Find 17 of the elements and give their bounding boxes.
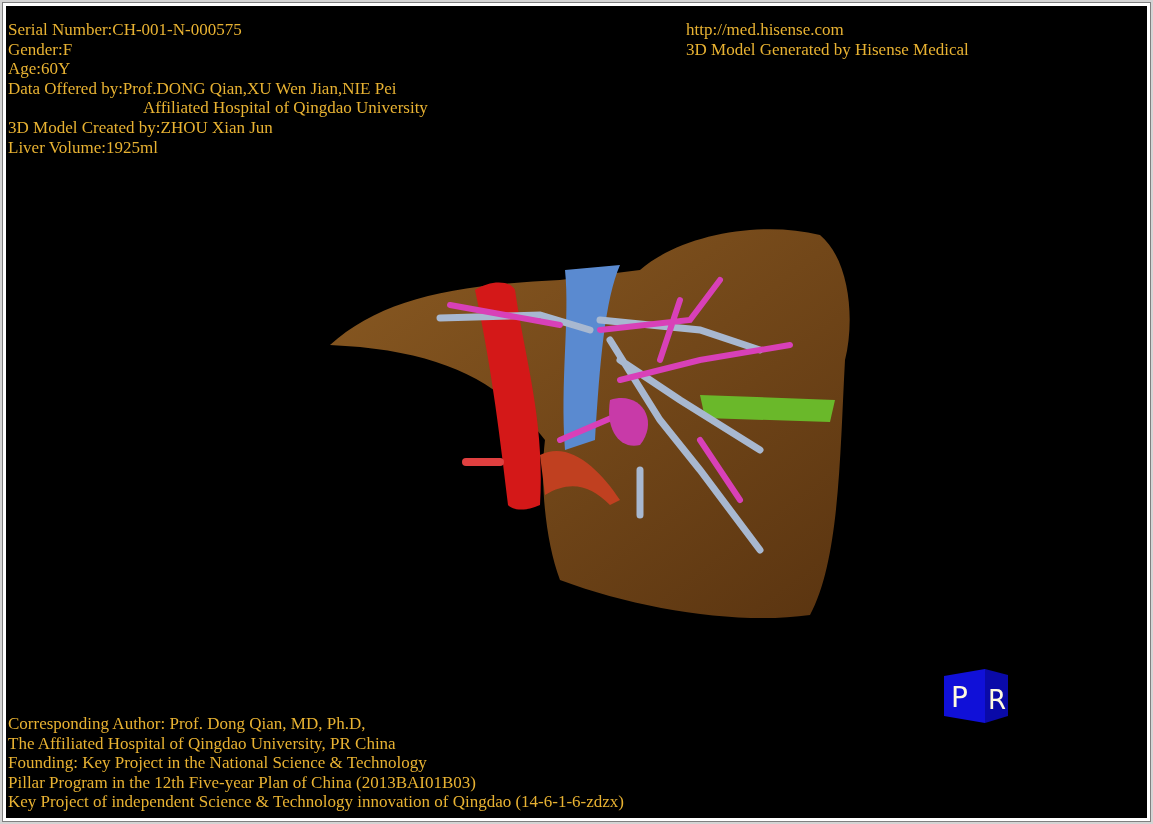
- credit-text: Founding: Key Project in the National Science & Technology: [8, 753, 428, 773]
- website-url: http://med.hisense.com: [686, 20, 845, 40]
- credit-text: Pillar Program in the 12th Five-year Plan of China (2013BAI01B03): [8, 772, 477, 793]
- info-text: Age:60Y: [8, 59, 72, 79]
- info-text: Data Offered by:Prof.DONG Qian,XU Wen Jian,NIE Pei: [8, 78, 398, 99]
- orientation-cube[interactable]: [944, 669, 1008, 723]
- credit-text: Key Project of independent Science & Technology innovation of Qingdao (14-6-1-6-zdzx): [8, 792, 625, 812]
- info-text: 3D Model Created by:ZHOU Xian Jun: [8, 117, 274, 138]
- credit-text: The Affiliated Hospital of Qingdao University, PR China: [8, 733, 397, 754]
- info-text: Liver Volume:1925ml: [8, 137, 159, 158]
- info-text: Serial Number:CH-001-N-000575: [8, 20, 243, 40]
- orientation-label: P: [951, 681, 968, 714]
- orientation-label: R: [988, 685, 1007, 715]
- info-text: Affiliated Hospital of Qingdao University: [142, 98, 429, 118]
- info-text: Gender:F: [8, 39, 74, 60]
- info-text: 3D Model Generated by Hisense Medical: [686, 39, 969, 60]
- credit-text: Corresponding Author: Prof. Dong Qian, MD, Ph.D,: [8, 714, 367, 734]
